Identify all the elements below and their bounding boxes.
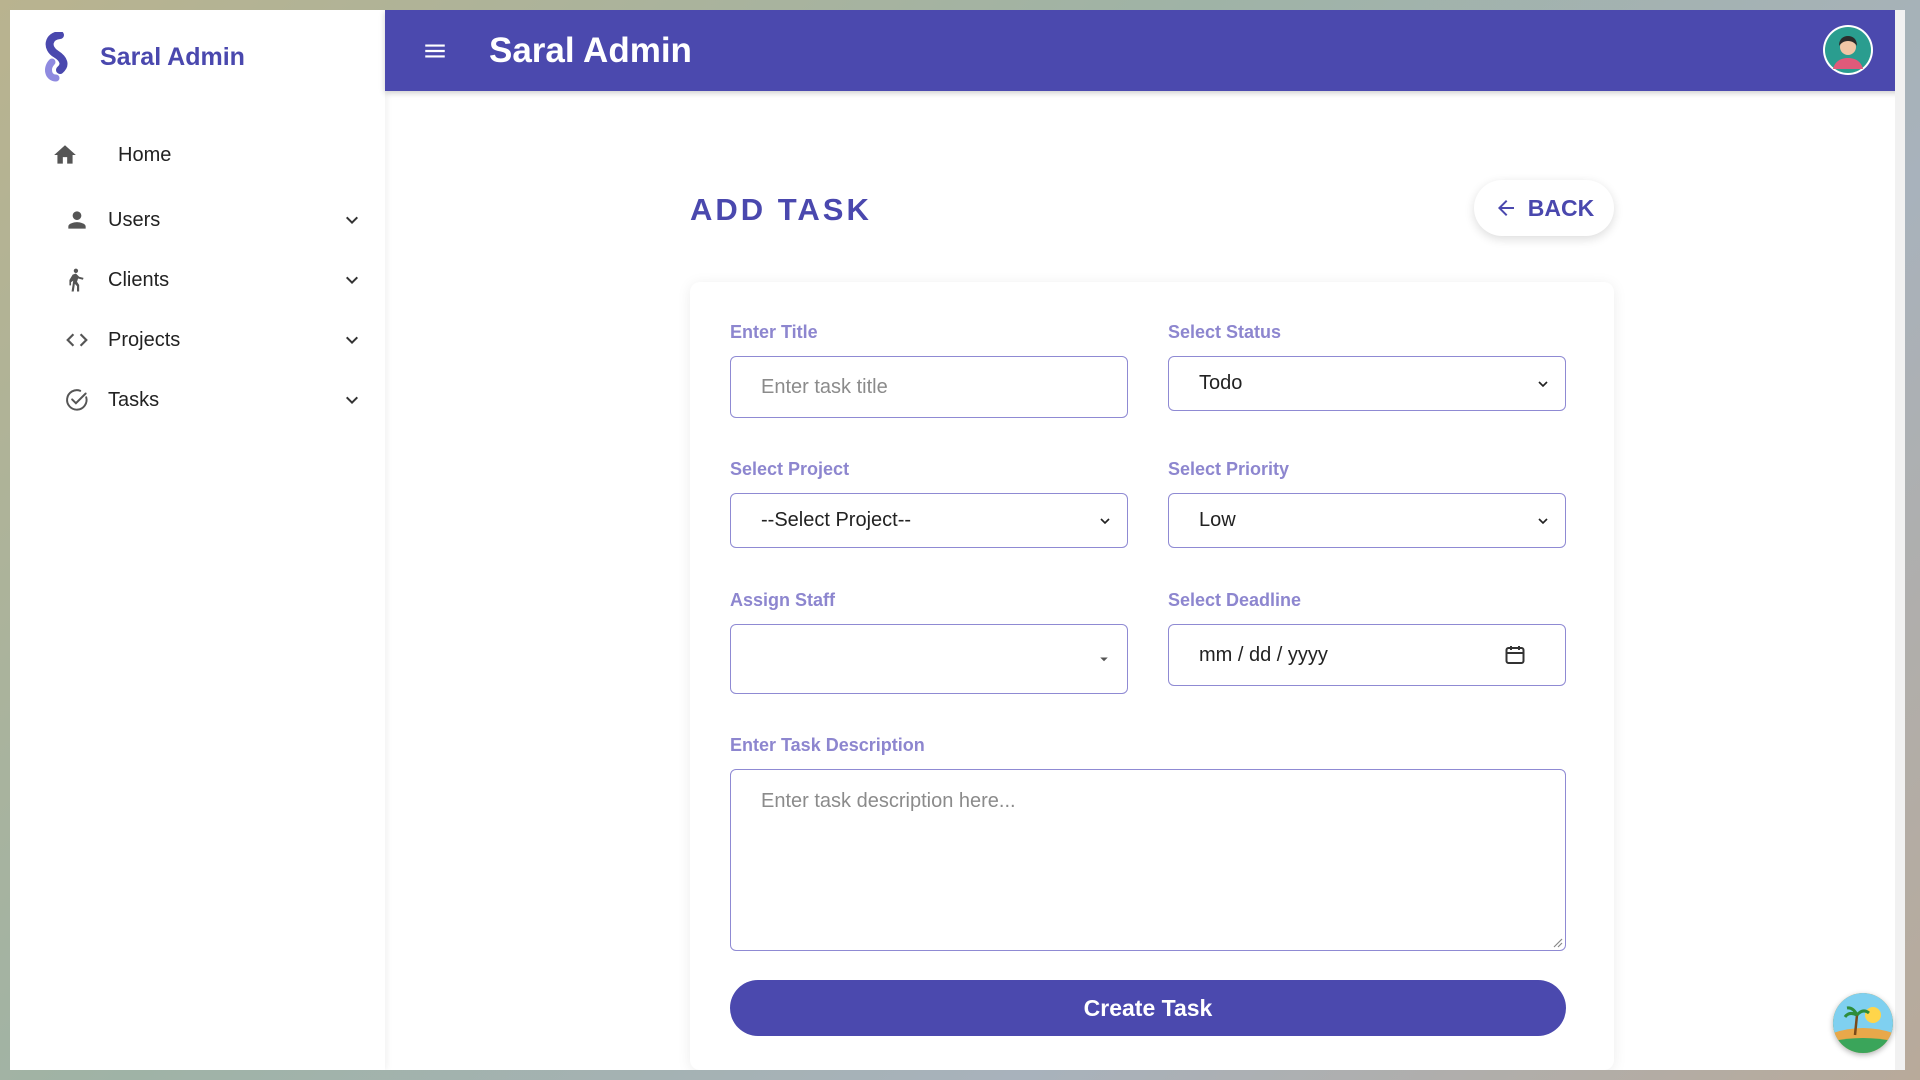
home-icon: [52, 142, 78, 168]
status-selected-value: Todo: [1199, 372, 1243, 394]
description-placeholder: Enter task description here...: [761, 790, 1016, 812]
staff-field: Assign Staff: [730, 590, 1128, 694]
brand-logo-icon: [45, 32, 68, 82]
app-window: Saral Admin Home Users Clients Projects …: [10, 10, 1905, 1070]
brand[interactable]: Saral Admin: [38, 32, 245, 82]
status-label: Select Status: [1168, 322, 1282, 342]
chevron-down-icon: [1100, 517, 1110, 524]
chevron-down-icon[interactable]: [340, 268, 364, 292]
add-task-form: Enter Title Enter task title Select Stat…: [690, 282, 1614, 1070]
deadline-label: Select Deadline: [1168, 590, 1302, 610]
sidebar-item-label: Tasks: [108, 388, 160, 411]
resize-handle-icon[interactable]: [1551, 936, 1563, 948]
deadline-field: Select Deadline mm / dd / yyyy: [1168, 590, 1566, 686]
caret-down-icon: [1100, 657, 1108, 662]
deadline-date-input[interactable]: mm / dd / yyyy: [1168, 624, 1566, 686]
project-select[interactable]: --Select Project--: [730, 493, 1128, 548]
staff-select[interactable]: [730, 624, 1128, 694]
title-input[interactable]: Enter task title: [730, 356, 1128, 418]
sidebar-item-label: Users: [108, 208, 161, 231]
sidebar-item-label: Projects: [108, 328, 181, 351]
sidebar-item-users[interactable]: Users: [64, 198, 364, 242]
priority-select[interactable]: Low: [1168, 493, 1566, 548]
person-icon: [64, 207, 90, 233]
status-select[interactable]: Todo: [1168, 356, 1566, 411]
project-label: Select Project: [730, 459, 850, 479]
priority-selected-value: Low: [1199, 509, 1236, 531]
back-button[interactable]: BACK: [1474, 180, 1614, 236]
island-icon: [1833, 993, 1893, 1053]
calendar-icon[interactable]: [1503, 643, 1527, 667]
project-selected-value: --Select Project--: [761, 509, 912, 531]
hamburger-menu-icon: [425, 44, 445, 57]
description-textarea[interactable]: Enter task description here...: [730, 769, 1566, 951]
deadline-placeholder: mm / dd / yyyy: [1199, 643, 1328, 666]
chevron-down-icon[interactable]: [340, 388, 364, 412]
description-field: Enter Task Description Enter task descri…: [730, 735, 1566, 951]
chevron-down-icon[interactable]: [340, 208, 364, 232]
status-field: Select Status Todo: [1168, 322, 1566, 411]
sidebar: Saral Admin Home Users Clients Projects …: [10, 10, 385, 1070]
sidebar-item-home[interactable]: Home: [52, 134, 171, 176]
page-title: ADD TASK: [690, 192, 872, 227]
project-field: Select Project --Select Project--: [730, 459, 1128, 548]
scrollbar[interactable]: [1895, 10, 1905, 1070]
staff-label: Assign Staff: [730, 590, 836, 610]
menu-button[interactable]: [419, 35, 451, 67]
header-title: Saral Admin: [489, 30, 692, 70]
priority-label: Select Priority: [1168, 459, 1290, 479]
title-label: Enter Title: [730, 322, 818, 342]
sidebar-item-label: Home: [118, 143, 172, 166]
create-task-button[interactable]: Create Task: [730, 980, 1566, 1036]
user-avatar[interactable]: [1823, 25, 1873, 75]
sidebar-item-clients[interactable]: Clients: [64, 258, 364, 302]
brand-name: Saral Admin: [100, 42, 245, 71]
avatar-icon: [1825, 27, 1871, 73]
back-button-label: BACK: [1527, 194, 1595, 221]
sidebar-item-tasks[interactable]: Tasks: [64, 378, 364, 422]
sidebar-item-projects[interactable]: Projects: [64, 318, 364, 362]
code-icon: [64, 327, 90, 353]
chevron-down-icon: [1538, 380, 1548, 387]
chevron-down-icon: [1538, 517, 1548, 524]
check-circle-icon: [64, 387, 90, 413]
priority-field: Select Priority Low: [1168, 459, 1566, 548]
description-label: Enter Task Description: [730, 735, 925, 755]
sidebar-item-label: Clients: [108, 268, 170, 291]
chevron-down-icon[interactable]: [340, 328, 364, 352]
figure-icon: [64, 267, 90, 293]
floating-assistant-button[interactable]: [1833, 993, 1893, 1053]
arrow-left-icon: [1497, 200, 1514, 216]
title-field: Enter Title Enter task title: [730, 322, 1128, 418]
page-header: ADD TASK BACK: [690, 180, 1614, 240]
top-app-bar: Saral Admin: [385, 10, 1905, 91]
